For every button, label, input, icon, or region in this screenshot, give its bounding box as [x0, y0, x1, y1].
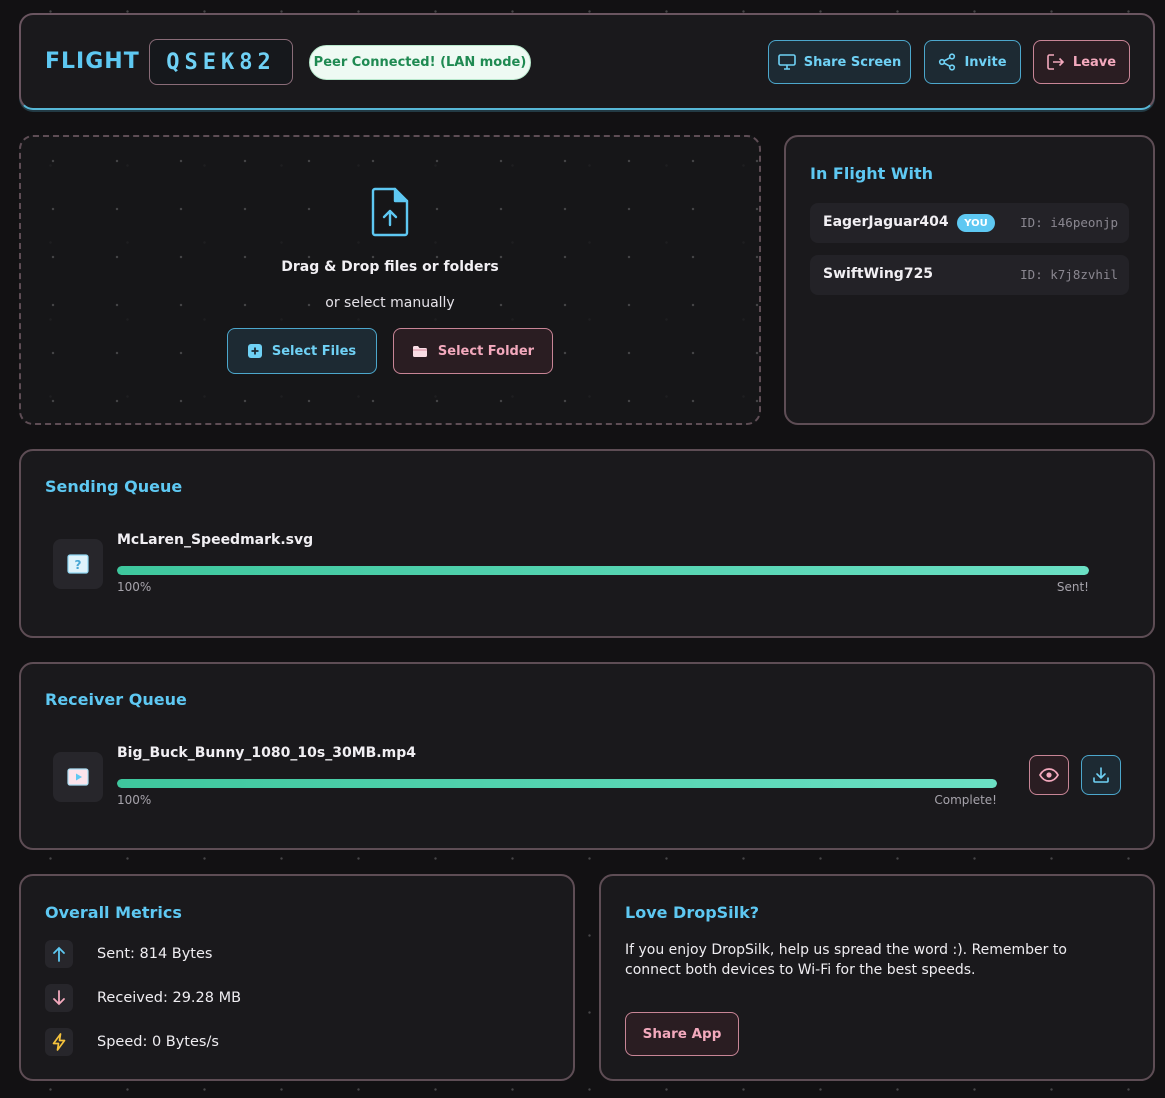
love-title: Love DropSilk?	[625, 903, 760, 922]
peer-id: ID: i46peonjp	[1020, 215, 1118, 230]
progress-fill	[117, 779, 997, 788]
lightning-icon	[45, 1028, 73, 1056]
you-badge: YOU	[957, 214, 995, 232]
drop-title: Drag & Drop files or folders	[281, 259, 499, 275]
drop-zone[interactable]: Drag & Drop files or folders or select m…	[19, 135, 761, 425]
metrics-title: Overall Metrics	[45, 903, 182, 922]
progress-percent: 100%	[117, 580, 152, 594]
arrow-up-icon	[45, 940, 73, 968]
logout-icon	[1047, 54, 1065, 70]
receiver-queue-panel: Receiver Queue Big_Buck_Bunny_1080_10s_3…	[19, 662, 1155, 850]
download-icon	[1093, 767, 1109, 783]
file-type-box: ?	[53, 539, 103, 589]
brand-title: FLIGHT	[45, 49, 140, 74]
peer-name: EagerJaguar404	[823, 214, 949, 230]
file-type-box	[53, 752, 103, 802]
select-files-button[interactable]: Select Files	[227, 328, 377, 374]
leave-button[interactable]: Leave	[1033, 40, 1130, 84]
in-flight-panel: In Flight With EagerJaguar404 YOU ID: i4…	[784, 135, 1155, 425]
progress-bar	[117, 779, 997, 788]
flight-code[interactable]: QSEK82	[149, 39, 293, 85]
status-badge: Peer Connected! (LAN mode)	[309, 45, 531, 80]
receiver-queue-title: Receiver Queue	[45, 690, 187, 709]
invite-button[interactable]: Invite	[924, 40, 1021, 84]
file-upload-icon	[371, 187, 409, 237]
select-folder-label: Select Folder	[437, 343, 535, 359]
share-icon	[939, 53, 956, 71]
select-files-label: Select Files	[271, 343, 357, 359]
metric-speed: Speed: 0 Bytes/s	[45, 1028, 219, 1056]
received-value: Received: 29.28 MB	[97, 990, 242, 1006]
unknown-file-icon: ?	[67, 554, 89, 574]
peer-id: ID: k7j8zvhil	[1020, 267, 1118, 282]
in-flight-title: In Flight With	[810, 164, 934, 183]
metric-received: Received: 29.28 MB	[45, 984, 241, 1012]
arrow-down-icon	[45, 984, 73, 1012]
progress-fill	[117, 566, 1089, 575]
drop-subtitle: or select manually	[325, 295, 455, 311]
share-screen-label: Share Screen	[803, 54, 902, 70]
love-text: If you enjoy DropSilk, help us spread th…	[625, 942, 1067, 978]
leave-label: Leave	[1072, 54, 1117, 70]
monitor-icon	[777, 54, 796, 70]
metric-sent: Sent: 814 Bytes	[45, 940, 212, 968]
sending-queue-panel: Sending Queue ? McLaren_Speedmark.svg 10…	[19, 449, 1155, 638]
progress-bar	[117, 566, 1089, 575]
peer-name: SwiftWing725	[823, 266, 934, 282]
session-header: FLIGHT QSEK82 Peer Connected! (LAN mode)…	[19, 13, 1155, 110]
share-app-button[interactable]: Share App	[625, 1012, 739, 1056]
speed-value: Speed: 0 Bytes/s	[97, 1034, 219, 1050]
transfer-status: Sent!	[1056, 580, 1089, 594]
file-name: McLaren_Speedmark.svg	[117, 532, 314, 548]
folder-icon	[412, 345, 427, 357]
sent-value: Sent: 814 Bytes	[97, 946, 213, 962]
love-panel: Love DropSilk? If you enjoy DropSilk, he…	[599, 874, 1155, 1081]
share-screen-button[interactable]: Share Screen	[768, 40, 911, 84]
select-folder-button[interactable]: Select Folder	[393, 328, 553, 374]
peer-item: EagerJaguar404 YOU ID: i46peonjp	[810, 203, 1129, 243]
svg-text:?: ?	[75, 558, 82, 572]
sending-queue-title: Sending Queue	[45, 477, 183, 496]
peer-item: SwiftWing725 ID: k7j8zvhil	[810, 255, 1129, 295]
progress-percent: 100%	[117, 793, 152, 807]
metrics-panel: Overall Metrics Sent: 814 Bytes Received…	[19, 874, 575, 1081]
transfer-status: Complete!	[934, 793, 997, 807]
video-file-icon	[67, 768, 89, 786]
add-file-icon	[247, 344, 262, 358]
eye-icon	[1039, 768, 1059, 782]
file-name: Big_Buck_Bunny_1080_10s_30MB.mp4	[117, 745, 416, 761]
download-button[interactable]	[1081, 755, 1121, 795]
invite-label: Invite	[964, 54, 1007, 70]
preview-button[interactable]	[1029, 755, 1069, 795]
